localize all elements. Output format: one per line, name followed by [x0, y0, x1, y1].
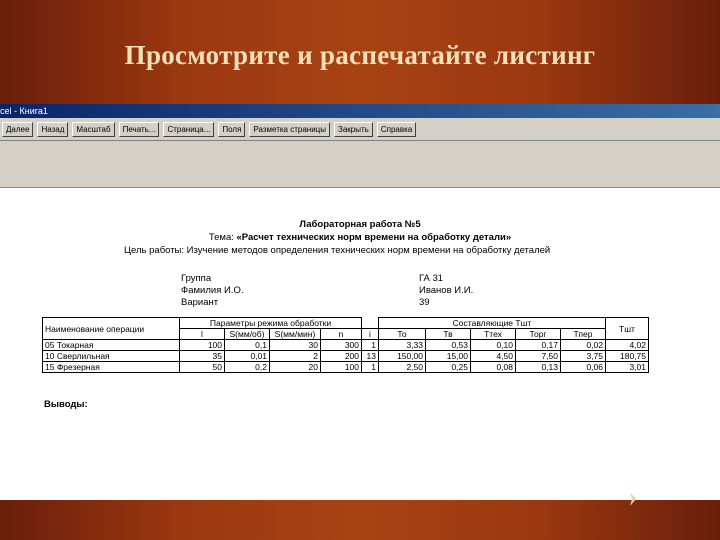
- comp-header: Составляющие Тшт: [378, 317, 606, 329]
- col-tv: Тв: [425, 328, 471, 340]
- name-value: Иванов И.И.: [419, 285, 474, 296]
- table-row: 15 Фрезерная 50 0,2 20 100 1 2,50 0,25 0…: [42, 361, 649, 373]
- theme-line: Тема: «Расчет технических норм времени н…: [0, 232, 720, 243]
- goal-line: Цель работы: Изучение методов определени…: [124, 245, 551, 256]
- printed-page: Лабораторная работа №5 Тема: «Расчет тех…: [0, 219, 720, 410]
- print-button[interactable]: Печать...: [118, 121, 160, 137]
- theme-text: «Расчет технических норм времени на обра…: [236, 232, 512, 243]
- table-row: 10 Сверлильная 35 0,01 2 200 13 150,00 1…: [42, 350, 649, 362]
- op-cell: 15 Фрезерная: [42, 361, 180, 373]
- close-button[interactable]: Закрыть: [334, 121, 373, 137]
- op-cell: 05 Токарная: [42, 339, 180, 351]
- theme-label: Тема:: [208, 232, 237, 243]
- lab-title: Лабораторная работа №5: [299, 219, 421, 230]
- help-button[interactable]: Справка: [376, 121, 417, 137]
- preview-gray-area: [0, 141, 720, 188]
- col-s-min: S(мм/мин): [269, 328, 321, 340]
- op-cell: 10 Сверлильная: [42, 350, 180, 362]
- margins-button[interactable]: Поля: [218, 121, 246, 137]
- col-to: То: [378, 328, 426, 340]
- tsht-header: Тшт: [605, 317, 649, 340]
- group-value: ГА 31: [419, 273, 444, 284]
- col-torg: Торг: [515, 328, 561, 340]
- conclusions-label: Выводы:: [44, 399, 88, 410]
- zoom-button[interactable]: Масштаб: [72, 121, 115, 137]
- prev-page-button[interactable]: Назад: [37, 121, 69, 137]
- student-labels: Группа Фамилия И.О. Вариант: [181, 273, 243, 309]
- print-preview-screenshot: cel - Книга1 Далее Назад Масштаб Печать.…: [0, 104, 720, 500]
- params-header: Параметры режима обработки: [179, 317, 362, 329]
- col-l: l: [179, 328, 225, 340]
- name-label: Фамилия И.О.: [181, 285, 244, 296]
- page-break-preview-button[interactable]: Разметка страницы: [249, 121, 331, 137]
- slide-footer: [0, 500, 720, 540]
- slide-title: Просмотрите и распечатайте листинг: [124, 40, 596, 70]
- results-table: Наименование операции Параметры режима о…: [42, 317, 649, 373]
- col-tper: Тпер: [560, 328, 606, 340]
- decorative-mark-icon: [630, 492, 636, 506]
- table-row: 05 Токарная 100 0,1 30 300 1 3,33 0,53 0…: [42, 339, 649, 351]
- col-n: n: [320, 328, 362, 340]
- col-s-ob: S(мм/об): [224, 328, 270, 340]
- group-label: Группа: [181, 273, 212, 284]
- print-preview-toolbar: Далее Назад Масштаб Печать... Страница..…: [0, 118, 720, 141]
- op-header: Наименование операции: [42, 317, 180, 340]
- variant-label: Вариант: [181, 297, 219, 308]
- col-ttech: Ттех: [470, 328, 516, 340]
- table-header-row: Наименование операции Параметры режима о…: [42, 317, 649, 340]
- page-setup-button[interactable]: Страница...: [163, 121, 215, 137]
- window-titlebar: cel - Книга1: [0, 104, 720, 118]
- col-i: i: [361, 328, 379, 340]
- next-page-button[interactable]: Далее: [2, 121, 34, 137]
- variant-value: 39: [419, 297, 430, 308]
- student-values: ГА 31 Иванов И.И. 39: [419, 273, 473, 309]
